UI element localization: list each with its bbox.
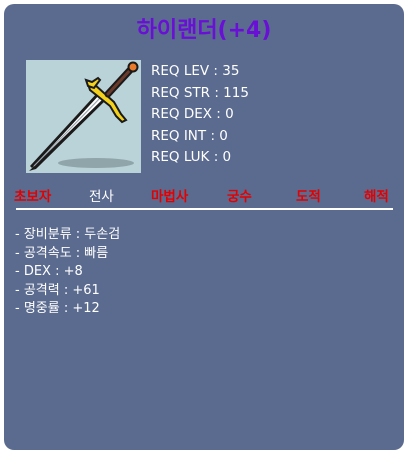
req-int: REQ INT : 0 — [151, 127, 228, 144]
two-handed-sword-icon — [26, 60, 141, 173]
stat-attack-speed: - 공격속도 : 빠름 — [15, 245, 109, 261]
req-level: REQ LEV : 35 — [151, 63, 240, 79]
item-name: 하이랜더(+4) — [136, 18, 272, 43]
stat-dex: - DEX : +8 — [15, 264, 83, 279]
requirements-list: REQ LEV : 35 REQ STR : 115 REQ DEX : 0 R… — [151, 61, 249, 169]
divider — [16, 208, 393, 210]
job-row: 초보자 전사 마법사 궁수 도적 해적 — [4, 185, 404, 205]
stat-accuracy: - 명중률 : +12 — [15, 301, 100, 316]
job-beginner: 초보자 — [14, 189, 52, 205]
job-magician: 마법사 — [151, 189, 189, 205]
req-str: REQ STR : 115 — [151, 84, 249, 101]
job-bowman: 궁수 — [227, 189, 252, 205]
stat-attack: - 공격력 : +61 — [15, 282, 100, 298]
job-pirate: 해적 — [364, 189, 389, 205]
stat-equip-type: - 장비분류 : 두손검 — [15, 227, 121, 242]
item-tooltip: 하이랜더(+4) REQ LEV : 35 REQ STR : 115 REQ … — [4, 4, 404, 450]
req-luk: REQ LUK : 0 — [151, 149, 232, 165]
job-thief: 도적 — [296, 189, 321, 205]
item-stats: - 장비분류 : 두손검 - 공격속도 : 빠름 - DEX : +8 - 공격… — [15, 226, 120, 319]
job-warrior: 전사 — [89, 189, 114, 205]
req-dex: REQ DEX : 0 — [151, 106, 234, 122]
